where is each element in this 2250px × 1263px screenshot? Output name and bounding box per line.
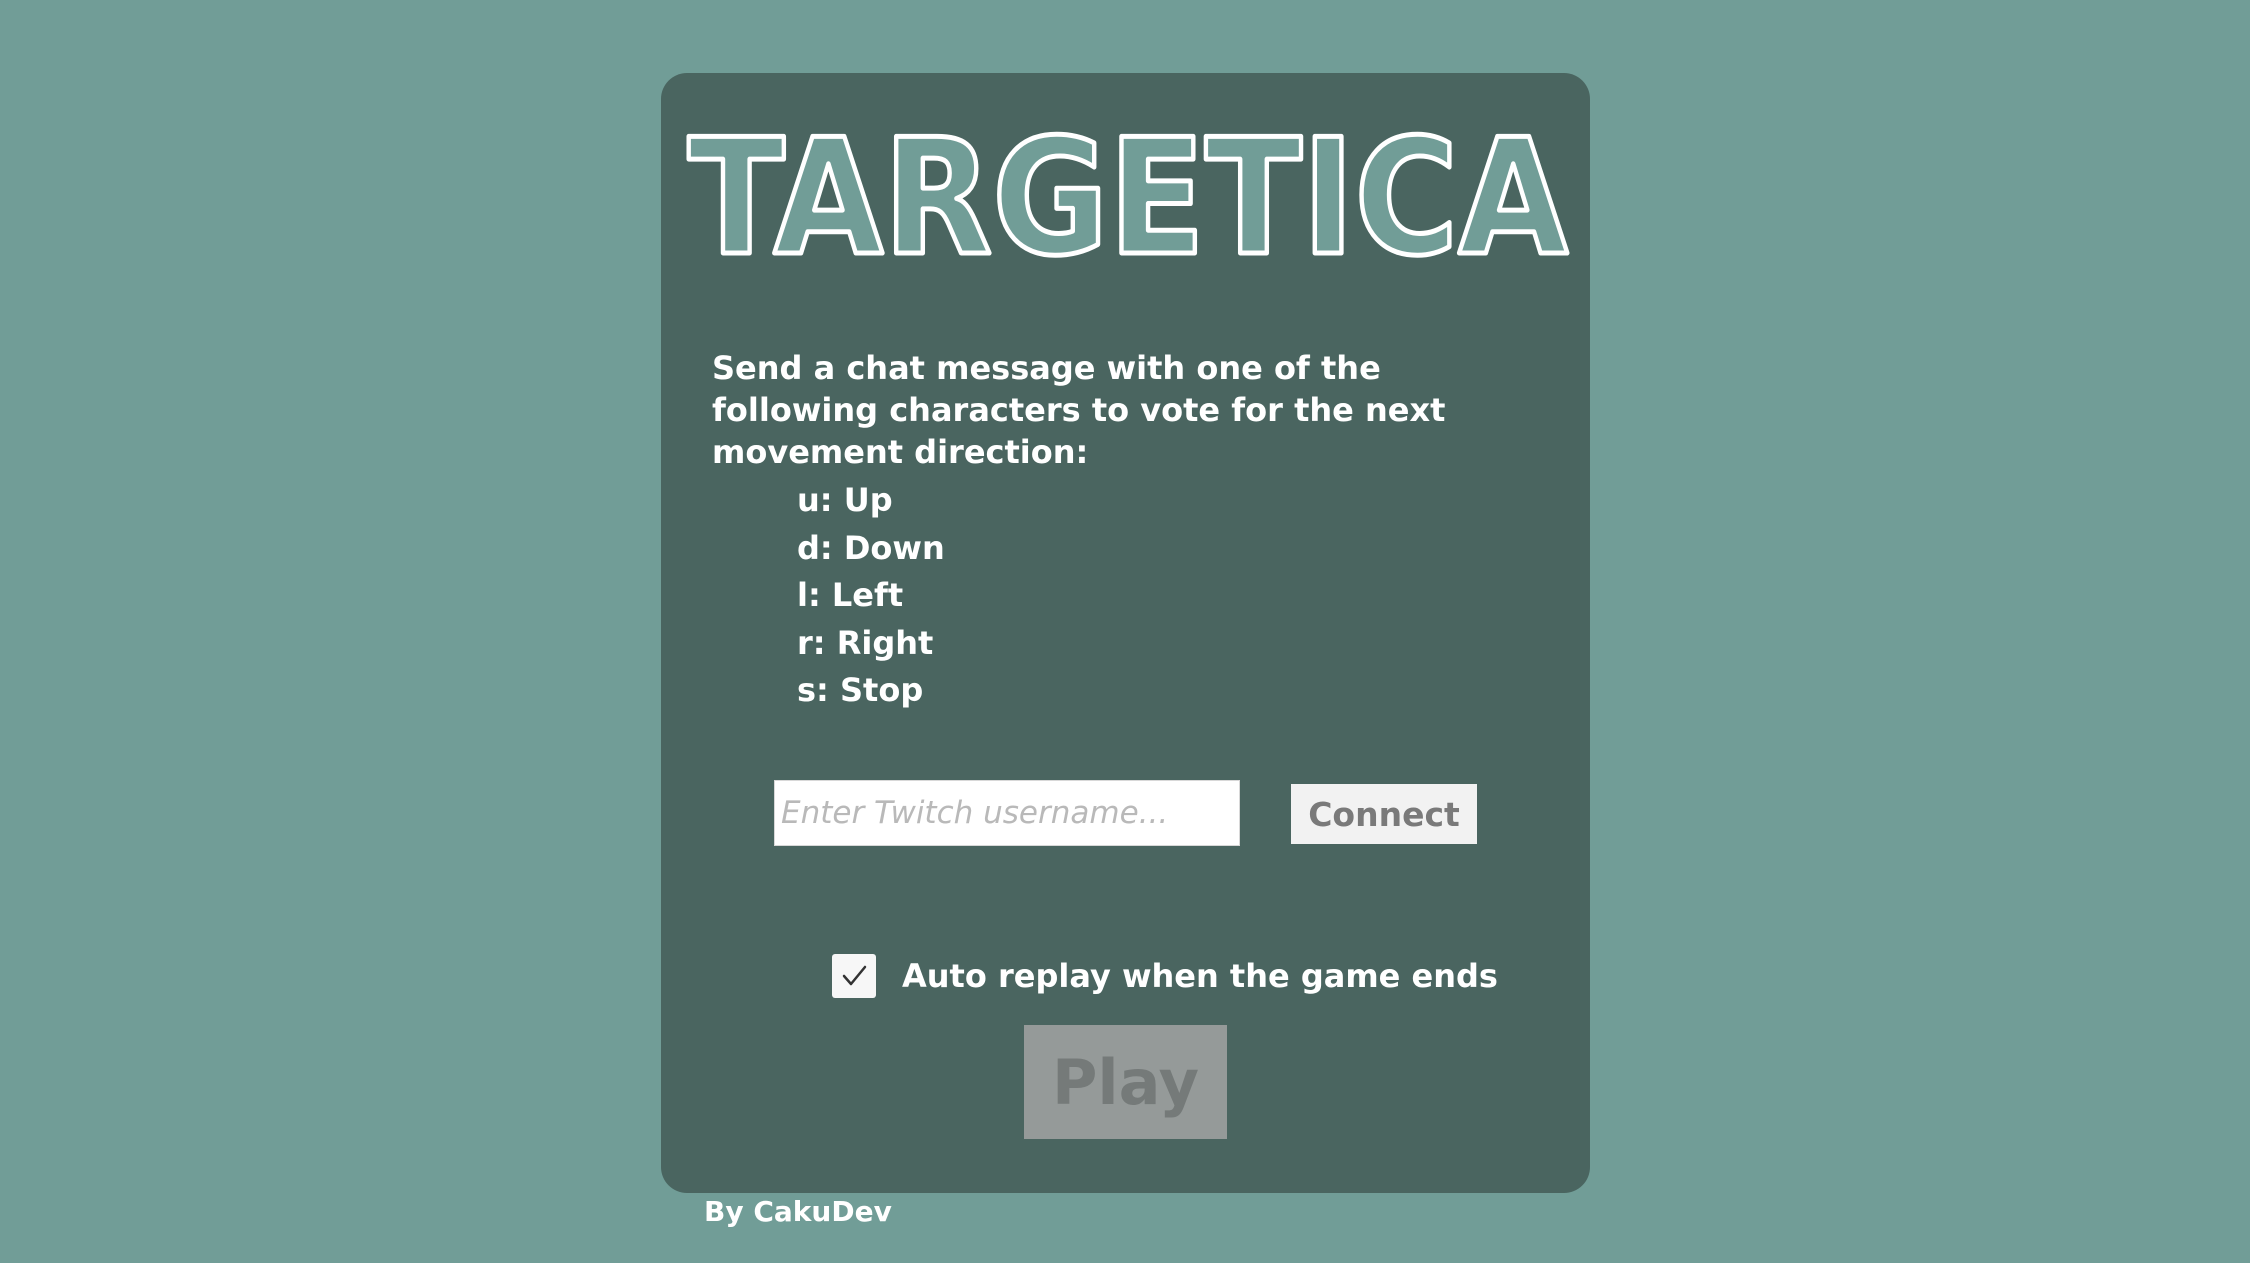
connect-button[interactable]: Connect	[1291, 784, 1477, 844]
checkmark-icon	[842, 965, 867, 986]
auto-replay-label: Auto replay when the game ends	[902, 957, 1498, 995]
direction-list: u: Up d: Down l: Left r: Right s: Stop	[797, 477, 945, 715]
auto-replay-checkbox[interactable]	[832, 954, 876, 998]
menu-panel: TARGETICA Send a chat message with one o…	[661, 73, 1590, 1228]
twitch-username-input[interactable]	[774, 780, 1240, 846]
auto-replay-row: Auto replay when the game ends	[832, 953, 1498, 999]
game-title: TARGETICA	[688, 104, 1568, 291]
play-button[interactable]: Play	[1024, 1025, 1227, 1139]
direction-up: u: Up	[797, 481, 893, 519]
direction-right: r: Right	[797, 623, 934, 662]
instructions-text: Send a chat message with one of the foll…	[712, 349, 1446, 471]
direction-left: l: Left	[797, 576, 904, 614]
direction-stop: s: Stop	[797, 671, 924, 709]
direction-down: d: Down	[797, 528, 945, 567]
author-credit: By CakuDev	[704, 1195, 892, 1228]
game-logo: TARGETICA	[686, 102, 1571, 294]
